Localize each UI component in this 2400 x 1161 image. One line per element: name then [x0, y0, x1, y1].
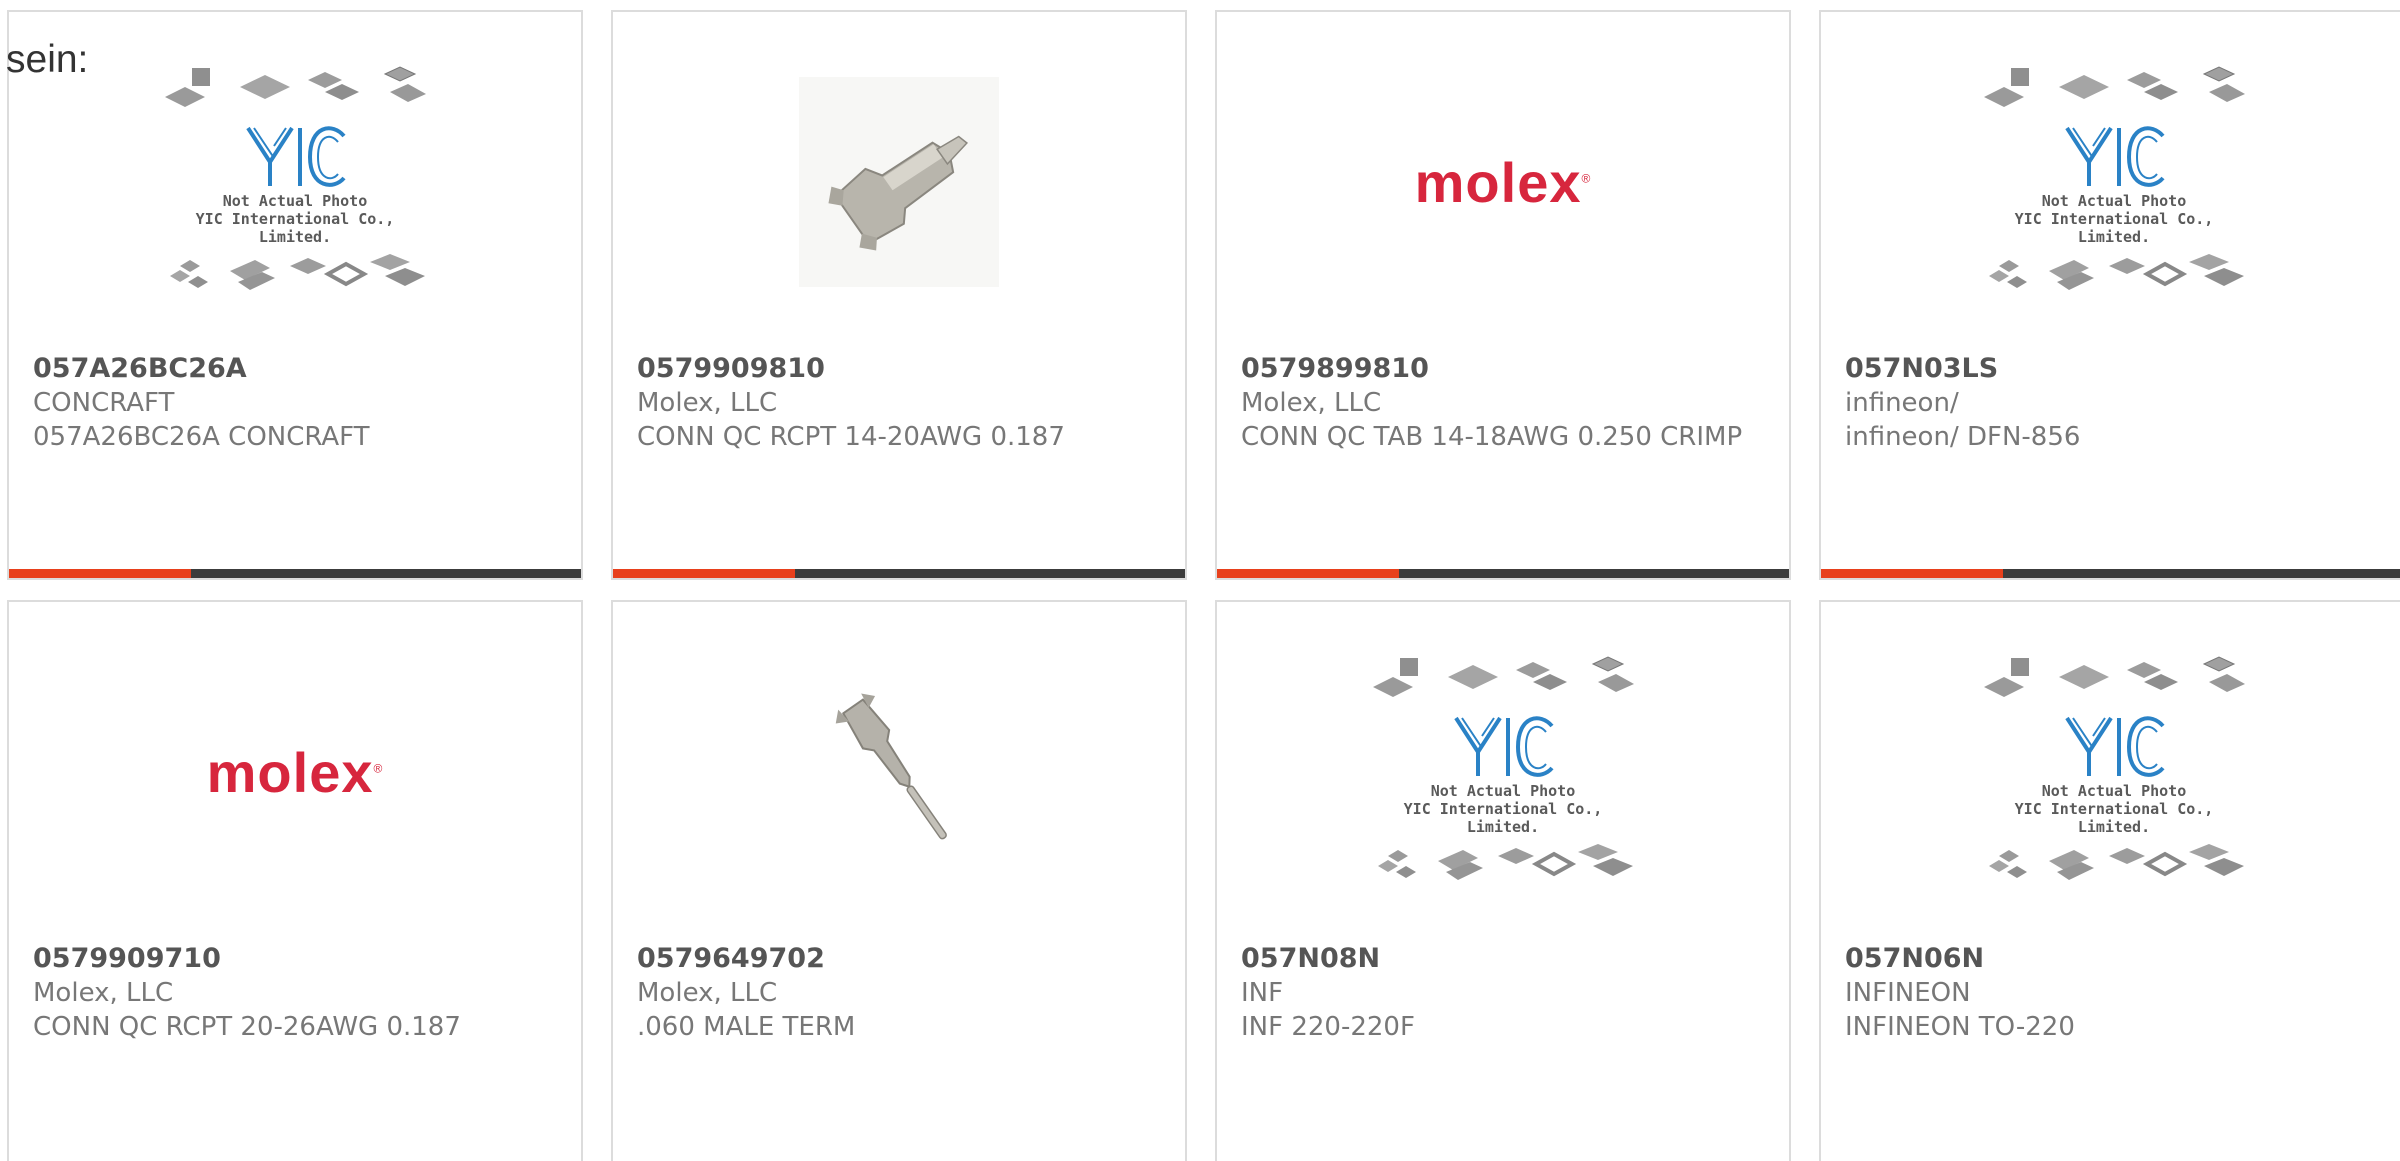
yic-placeholder-image: Not Actual Photo YIC International Co., L… — [160, 62, 430, 302]
male-terminal-photo — [835, 693, 947, 840]
manufacturer: INF — [1241, 978, 1284, 1008]
accent-bar — [9, 569, 191, 578]
description: 057A26BC26A CONCRAFT — [33, 422, 370, 452]
molex-logo: molex® — [1414, 150, 1592, 214]
product-image[interactable]: Not Actual Photo YIC International Co., L… — [9, 52, 581, 312]
product-image[interactable]: molex® — [9, 642, 581, 902]
product-image[interactable] — [613, 52, 1185, 312]
chip-icons — [165, 66, 426, 107]
description: .060 MALE TERM — [637, 1012, 856, 1042]
card-footer-bar — [9, 569, 581, 578]
description: CONN QC RCPT 20-26AWG 0.187 — [33, 1012, 461, 1042]
product-card[interactable]: molex® 0579909710 Molex, LLC CONN QC RCP… — [7, 600, 583, 1161]
product-card[interactable]: 0579649702 Molex, LLC .060 MALE TERM — [611, 600, 1187, 1161]
product-card[interactable]: Not Actual Photo YIC International Co., L… — [1215, 600, 1791, 1161]
description: CONN QC RCPT 14-20AWG 0.187 — [637, 422, 1065, 452]
product-card[interactable]: Not Actual Photo YIC International Co., L… — [7, 10, 583, 580]
manufacturer: CONCRAFT — [33, 388, 175, 418]
manufacturer: Molex, LLC — [637, 978, 778, 1008]
description: CONN QC TAB 14-18AWG 0.250 CRIMP — [1241, 422, 1743, 452]
placeholder-caption: Not Actual Photo YIC International Co., L… — [195, 192, 395, 246]
part-number[interactable]: 057N06N — [1845, 942, 2387, 976]
chip-icons — [170, 254, 425, 290]
manufacturer: infineon/ — [1845, 388, 1959, 418]
yic-logo-icon — [246, 126, 346, 187]
product-grid-page: sein: Not Actual Photo YIC International … — [0, 0, 2400, 1161]
placeholder-caption: Not Actual Photo YIC International Co., L… — [2014, 782, 2214, 836]
description: INF 220-220F — [1241, 1012, 1415, 1042]
yic-placeholder-image: Not Actual Photo YIC International Co., L… — [1979, 652, 2249, 892]
product-card[interactable]: Not Actual Photo YIC International Co., L… — [1819, 10, 2400, 580]
product-card[interactable]: molex® 0579899810 Molex, LLC CONN QC TAB… — [1215, 10, 1791, 580]
product-image[interactable]: Not Actual Photo YIC International Co., L… — [1821, 642, 2400, 902]
description: INFINEON TO-220 — [1845, 1012, 2075, 1042]
accent-bar — [613, 569, 795, 578]
chip-icons — [1373, 656, 1634, 697]
card-footer-bar — [1821, 569, 2400, 578]
product-image[interactable]: Not Actual Photo YIC International Co., L… — [1821, 52, 2400, 312]
part-number[interactable]: 057N08N — [1241, 942, 1769, 976]
molex-logo: molex® — [206, 740, 384, 804]
accent-bar — [1217, 569, 1399, 578]
manufacturer: INFINEON — [1845, 978, 1971, 1008]
placeholder-caption: Not Actual Photo YIC International Co., L… — [2014, 192, 2214, 246]
yic-logo-icon — [2065, 716, 2165, 777]
product-card[interactable]: Not Actual Photo YIC International Co., L… — [1819, 600, 2400, 1161]
chip-icons — [1984, 66, 2245, 107]
part-number[interactable]: 0579909810 — [637, 352, 1165, 386]
manufacturer: Molex, LLC — [33, 978, 174, 1008]
card-footer-bar — [613, 569, 1185, 578]
manufacturer: Molex, LLC — [637, 388, 778, 418]
part-number[interactable]: 0579649702 — [637, 942, 1165, 976]
part-number[interactable]: 0579899810 — [1241, 352, 1769, 386]
description: infineon/ DFN-856 — [1845, 422, 2081, 452]
chip-icons — [1989, 844, 2244, 880]
part-number[interactable]: 0579909710 — [33, 942, 561, 976]
yic-logo-icon — [2065, 126, 2165, 187]
accent-bar — [1821, 569, 2003, 578]
crimp-receptacle-photo — [799, 77, 999, 287]
section-heading: sein: — [6, 38, 89, 81]
product-image[interactable]: molex® — [1217, 52, 1789, 312]
placeholder-caption: Not Actual Photo YIC International Co., L… — [1403, 782, 1603, 836]
product-image[interactable] — [613, 642, 1185, 902]
manufacturer: Molex, LLC — [1241, 388, 1382, 418]
chip-icons — [1984, 656, 2245, 697]
part-number[interactable]: 057A26BC26A — [33, 352, 561, 386]
product-card[interactable]: 0579909810 Molex, LLC CONN QC RCPT 14-20… — [611, 10, 1187, 580]
yic-placeholder-image: Not Actual Photo YIC International Co., L… — [1368, 652, 1638, 892]
chip-icons — [1989, 254, 2244, 290]
yic-placeholder-image: Not Actual Photo YIC International Co., L… — [1979, 62, 2249, 302]
product-image[interactable]: Not Actual Photo YIC International Co., L… — [1217, 642, 1789, 902]
card-footer-bar — [1217, 569, 1789, 578]
chip-icons — [1378, 844, 1633, 880]
part-number[interactable]: 057N03LS — [1845, 352, 2387, 386]
yic-logo-icon — [1454, 716, 1554, 777]
